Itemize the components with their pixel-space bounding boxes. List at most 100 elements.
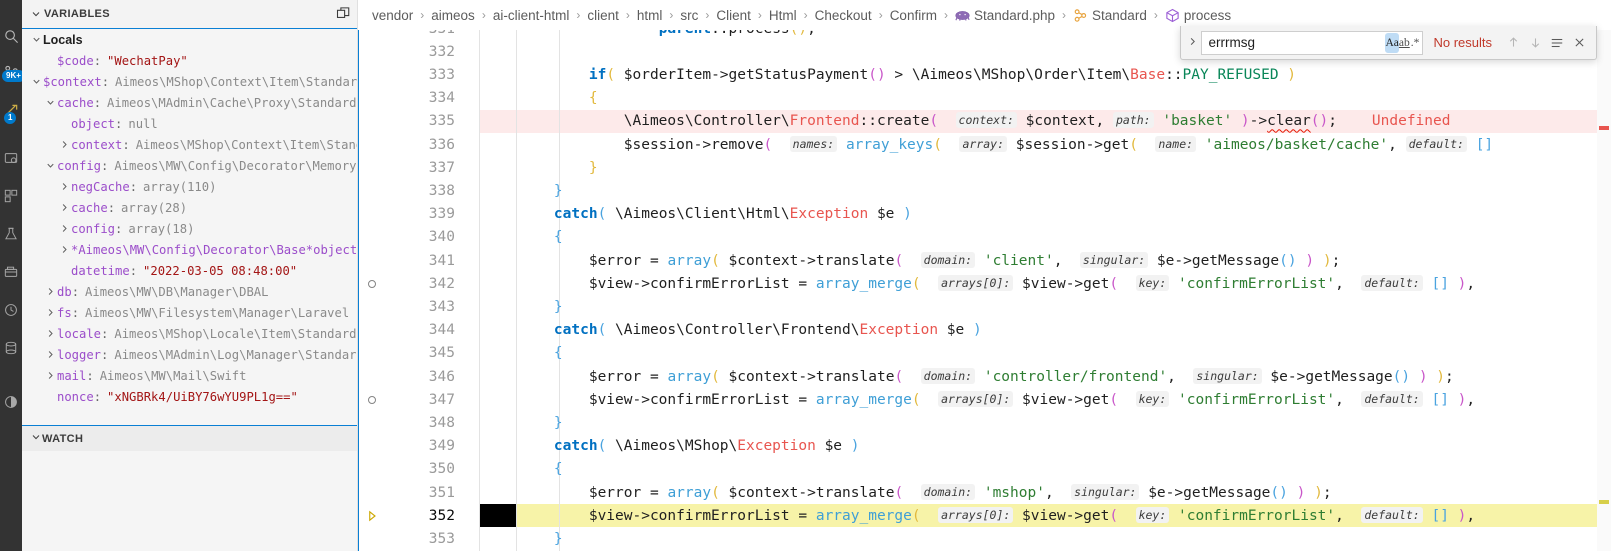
variable-row[interactable]: object: null xyxy=(22,113,357,134)
breadcrumb-item-standard-php[interactable]: Standard.php xyxy=(955,8,1055,23)
code-line[interactable]: 337 } xyxy=(359,156,1611,179)
variable-row[interactable]: negCache: array(110) xyxy=(22,176,357,197)
variable-row[interactable]: context: Aimeos\MShop\Context\Item\Standa… xyxy=(22,134,357,155)
editor-gutter[interactable]: 353 xyxy=(359,527,479,550)
editor-gutter[interactable]: 332 xyxy=(359,40,479,63)
breadcrumb-item-confirm[interactable]: Confirm xyxy=(890,8,937,23)
code-line-text[interactable]: if( $orderItem->getStatusPayment() > \Ai… xyxy=(479,67,1611,83)
code-line-text[interactable]: $session->remove( names: array_keys( arr… xyxy=(479,135,1611,153)
database-icon[interactable] xyxy=(1,338,21,358)
testing-icon[interactable] xyxy=(1,224,21,244)
code-line[interactable]: 340 { xyxy=(359,226,1611,249)
editor-gutter[interactable]: 344 xyxy=(359,319,479,342)
code-line[interactable]: 338 } xyxy=(359,179,1611,202)
editor-gutter[interactable]: 349 xyxy=(359,435,479,458)
variable-row[interactable]: logger: Aimeos\MAdmin\Log\Manager\Standar… xyxy=(22,344,357,365)
code-line-text[interactable]: } xyxy=(479,183,1611,199)
editor-gutter[interactable]: 339 xyxy=(359,203,479,226)
code-line-text[interactable]: { xyxy=(479,345,1611,361)
arrow-up-icon[interactable] xyxy=(1502,32,1524,54)
variable-row[interactable]: cache: array(28) xyxy=(22,197,357,218)
variable-row[interactable]: config: Aimeos\MW\Config\Decorator\Memory xyxy=(22,155,357,176)
chevron-right-icon[interactable] xyxy=(44,286,57,297)
remote-explorer-icon[interactable] xyxy=(1,148,21,168)
search-input[interactable] xyxy=(1208,31,1386,54)
find-input-wrapper[interactable]: Aa ab .* xyxy=(1201,30,1424,55)
search-icon[interactable] xyxy=(1,26,21,46)
chevron-down-icon[interactable] xyxy=(44,97,57,108)
chevron-down-icon[interactable] xyxy=(30,430,42,448)
collapse-all-icon[interactable] xyxy=(336,6,351,21)
watch-list[interactable] xyxy=(22,451,357,551)
editor-gutter[interactable]: 337 xyxy=(359,156,479,179)
code-line-text[interactable]: } xyxy=(479,299,1611,315)
chevron-down-icon[interactable] xyxy=(44,160,57,171)
chevron-right-icon[interactable] xyxy=(44,349,57,360)
editor-gutter[interactable]: 343 xyxy=(359,295,479,318)
overview-ruler[interactable] xyxy=(1597,30,1611,551)
code-editor[interactable]: 331 parent::process();332333 if( $orderI… xyxy=(358,30,1611,551)
editor-gutter[interactable]: 350 xyxy=(359,458,479,481)
chevron-down-icon[interactable] xyxy=(30,8,44,20)
variable-row[interactable]: mail: Aimeos\MW\Mail\Swift xyxy=(22,365,357,386)
breakpoint-marker[interactable] xyxy=(359,395,385,404)
code-line-text[interactable]: $error = array( $context->translate( dom… xyxy=(479,251,1611,269)
chevron-right-icon[interactable] xyxy=(58,244,71,255)
code-line-text[interactable]: \Aimeos\Controller\Frontend::create( con… xyxy=(479,112,1611,129)
code-line-text[interactable]: catch( \Aimeos\Client\Html\Exception $e … xyxy=(479,206,1611,222)
editor-gutter[interactable]: 347 xyxy=(359,388,479,411)
variable-row[interactable]: *Aimeos\MW\Config\Decorator\Base*object:… xyxy=(22,239,357,260)
code-line[interactable]: 353 } xyxy=(359,527,1611,550)
chevron-right-icon[interactable] xyxy=(58,223,71,234)
variables-pane-header[interactable]: VARIABLES xyxy=(22,0,357,28)
find-in-selection-icon[interactable] xyxy=(1546,32,1568,54)
code-line[interactable]: 349 catch( \Aimeos\MShop\Exception $e ) xyxy=(359,435,1611,458)
breakpoint-marker[interactable] xyxy=(359,279,385,288)
variables-tree[interactable]: Locals $code: "WechatPay" $context: Aimeos\M… xyxy=(22,28,357,425)
chevron-down-icon[interactable] xyxy=(30,34,43,45)
editor-gutter[interactable]: 341 xyxy=(359,249,479,272)
code-line-text[interactable]: { xyxy=(479,461,1611,477)
code-line-text[interactable]: $view->confirmErrorList = array_merge( a… xyxy=(479,390,1611,408)
chevron-right-icon[interactable] xyxy=(58,181,71,192)
editor-gutter[interactable]: 342 xyxy=(359,272,479,295)
editor-gutter[interactable]: 333 xyxy=(359,63,479,86)
code-line[interactable]: 336 $session->remove( names: array_keys(… xyxy=(359,133,1611,156)
code-line-text[interactable]: } xyxy=(479,531,1611,547)
editor-gutter[interactable]: 345 xyxy=(359,342,479,365)
variable-row[interactable]: $code: "WechatPay" xyxy=(22,50,357,71)
code-line[interactable]: 334 { xyxy=(359,87,1611,110)
chevron-down-icon[interactable] xyxy=(30,76,43,87)
current-execution-pointer-icon[interactable] xyxy=(359,510,385,522)
todo-icon[interactable] xyxy=(1,392,21,412)
code-line-text[interactable]: catch( \Aimeos\Controller\Frontend\Excep… xyxy=(479,322,1611,338)
editor-gutter[interactable]: 348 xyxy=(359,411,479,434)
code-line-text[interactable]: } xyxy=(479,415,1611,431)
code-line[interactable]: 346 $error = array( $context->translate(… xyxy=(359,365,1611,388)
code-line[interactable]: 347 $view->confirmErrorList = array_merg… xyxy=(359,388,1611,411)
editor-gutter[interactable]: 338 xyxy=(359,179,479,202)
breadcrumb-item-aimeos[interactable]: aimeos xyxy=(431,8,475,23)
chevron-right-icon[interactable] xyxy=(58,202,71,213)
code-line[interactable]: 344 catch( \Aimeos\Controller\Frontend\E… xyxy=(359,319,1611,342)
variable-row[interactable]: locale: Aimeos\MShop\Locale\Item\Standard xyxy=(22,323,357,344)
whole-word-toggle[interactable]: ab xyxy=(1399,33,1410,53)
editor-gutter[interactable]: 352 xyxy=(359,504,479,527)
breadcrumb-item-client[interactable]: client xyxy=(587,8,619,23)
variable-row[interactable]: db: Aimeos\MW\DB\Manager\DBAL xyxy=(22,281,357,302)
chevron-right-icon[interactable] xyxy=(58,139,71,150)
code-line[interactable]: 350 { xyxy=(359,458,1611,481)
code-line-text[interactable]: $error = array( $context->translate( dom… xyxy=(479,367,1611,385)
code-line-text[interactable]: { xyxy=(479,90,1611,106)
code-line[interactable]: 341 $error = array( $context->translate(… xyxy=(359,249,1611,272)
docker-icon[interactable] xyxy=(1,262,21,282)
code-line-text[interactable]: { xyxy=(479,229,1611,245)
variable-row[interactable]: $context: Aimeos\MShop\Context\Item\Stand… xyxy=(22,71,357,92)
breadcrumb-item-ai-client-html[interactable]: ai-client-html xyxy=(493,8,570,23)
use-regex-toggle[interactable]: .* xyxy=(1410,33,1421,53)
chevron-right-icon[interactable] xyxy=(44,307,57,318)
code-line[interactable]: 333 if( $orderItem->getStatusPayment() >… xyxy=(359,63,1611,86)
variable-row[interactable]: fs: Aimeos\MW\Filesystem\Manager\Laravel xyxy=(22,302,357,323)
code-line-text[interactable]: $view->confirmErrorList = array_merge( a… xyxy=(479,506,1611,524)
arrow-down-icon[interactable] xyxy=(1524,32,1546,54)
